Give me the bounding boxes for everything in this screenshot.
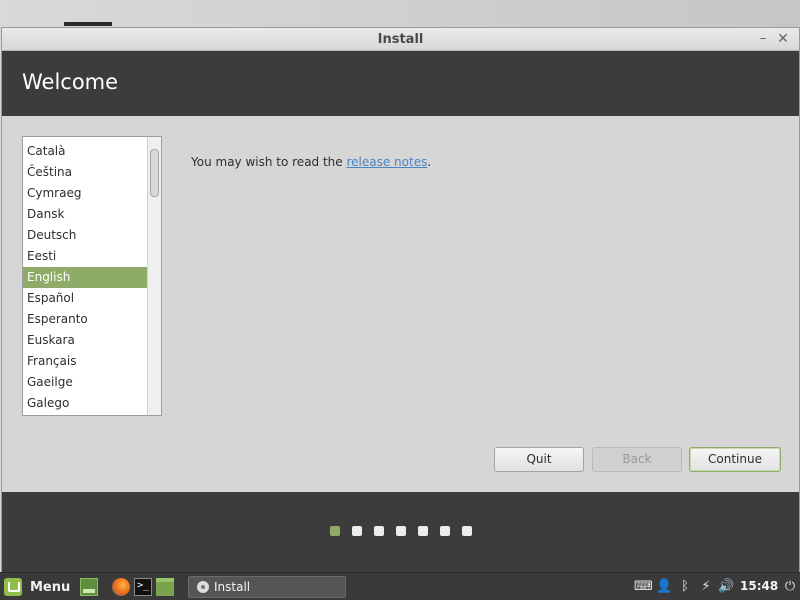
- progress-dot: [418, 526, 428, 536]
- progress-dot: [374, 526, 384, 536]
- language-item[interactable]: Euskara: [23, 330, 147, 351]
- firefox-icon[interactable]: [112, 578, 130, 596]
- power-icon[interactable]: ⏻: [782, 577, 798, 597]
- disc-icon: [197, 581, 209, 593]
- language-item[interactable]: English: [23, 267, 147, 288]
- taskbar: Menu >_ Install ⌨ 👤 ᛒ ⚡ 🔊 15:48 ⏻: [0, 572, 800, 600]
- language-list[interactable]: Català Čeština Cymraeg Dansk Deutsch Eesti Eng…: [22, 136, 162, 416]
- mint-logo-icon: [4, 578, 22, 596]
- minimize-icon[interactable]: –: [755, 31, 771, 47]
- clock[interactable]: 15:48: [740, 579, 778, 593]
- installer-window: Install – ✕ Welcome Català Čeština Cymraeg…: [1, 27, 800, 572]
- files-icon[interactable]: [156, 578, 174, 596]
- release-suffix: .: [427, 155, 432, 169]
- release-notes-text: You may wish to read the release notes.: [191, 155, 431, 169]
- show-desktop-icon[interactable]: [80, 578, 98, 596]
- page-title: Welcome: [22, 70, 119, 94]
- taskbar-item-install[interactable]: Install: [188, 576, 346, 598]
- progress-dot: [330, 526, 340, 536]
- language-item[interactable]: Čeština: [23, 162, 147, 183]
- progress-dot: [440, 526, 450, 536]
- network-icon[interactable]: ⚡: [698, 577, 714, 597]
- header-band: Welcome: [2, 51, 799, 116]
- progress-dot: [462, 526, 472, 536]
- close-icon[interactable]: ✕: [775, 31, 791, 47]
- language-item[interactable]: Deutsch: [23, 225, 147, 246]
- window-title: Install: [377, 32, 424, 47]
- footer-band: [2, 492, 799, 572]
- continue-button[interactable]: Continue: [689, 447, 781, 472]
- quit-button[interactable]: Quit: [494, 447, 584, 472]
- user-icon[interactable]: 👤: [656, 577, 672, 597]
- language-item[interactable]: Català: [23, 141, 147, 162]
- volume-icon[interactable]: 🔊: [718, 577, 734, 597]
- language-item[interactable]: Gaeilge: [23, 372, 147, 393]
- bluetooth-icon[interactable]: ᛒ: [677, 577, 693, 597]
- release-notes-link[interactable]: release notes: [346, 155, 427, 169]
- list-scrollbar[interactable]: [147, 137, 161, 415]
- progress-dot: [396, 526, 406, 536]
- back-button[interactable]: Back: [592, 447, 682, 472]
- language-item[interactable]: Esperanto: [23, 309, 147, 330]
- language-item[interactable]: Español: [23, 288, 147, 309]
- keyboard-icon[interactable]: ⌨: [634, 577, 653, 597]
- menu-label: Menu: [30, 579, 71, 595]
- scrollbar-thumb[interactable]: [150, 149, 159, 197]
- release-prefix: You may wish to read the: [191, 155, 347, 169]
- task-label: Install: [214, 580, 251, 594]
- terminal-icon[interactable]: >_: [134, 578, 152, 596]
- desktop-background-strip: [64, 22, 112, 26]
- language-item[interactable]: Galego: [23, 393, 147, 414]
- language-item[interactable]: Eesti: [23, 246, 147, 267]
- language-item[interactable]: Dansk: [23, 204, 147, 225]
- window-titlebar[interactable]: Install – ✕: [2, 28, 799, 51]
- language-item[interactable]: Cymraeg: [23, 183, 147, 204]
- progress-dot: [352, 526, 362, 536]
- language-item[interactable]: Français: [23, 351, 147, 372]
- language-items: Català Čeština Cymraeg Dansk Deutsch Eesti Eng…: [23, 141, 161, 414]
- menu-button[interactable]: Menu: [4, 577, 70, 597]
